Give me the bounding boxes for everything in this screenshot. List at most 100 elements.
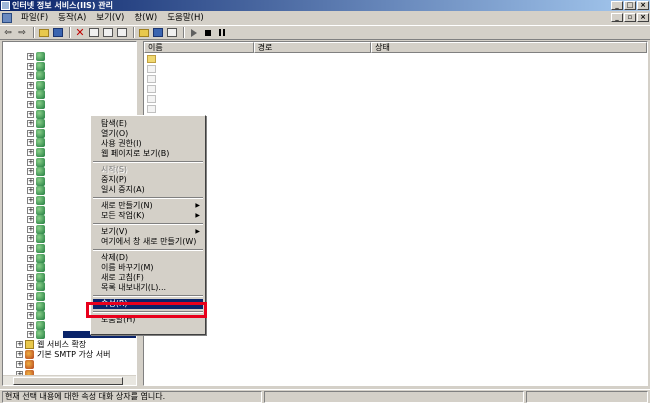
mmc-help-button[interactable] — [152, 27, 164, 39]
expand-icon[interactable]: + — [27, 245, 34, 252]
context-menu-item[interactable]: 보기(V) ▶ — [93, 227, 203, 237]
context-menu-item[interactable]: 일시 중지(A) — [93, 185, 203, 195]
expand-icon[interactable]: + — [27, 53, 34, 60]
context-menu-item[interactable]: 웹 페이지로 보기(B) — [93, 149, 203, 159]
help-button[interactable] — [138, 27, 150, 39]
expand-icon[interactable]: + — [27, 120, 34, 128]
back-button[interactable]: ⇦ — [2, 27, 14, 39]
computer-button[interactable] — [166, 27, 178, 39]
expand-icon[interactable]: + — [27, 62, 34, 70]
scrollbar-thumb[interactable] — [13, 377, 123, 385]
export-list-button[interactable] — [116, 27, 128, 39]
menu-view[interactable]: 보기(V) — [91, 11, 129, 25]
context-menu-item[interactable]: 여기에서 창 새로 만들기(W) — [93, 237, 203, 247]
context-menu-item[interactable]: 중지(P) — [93, 175, 203, 185]
expand-icon[interactable]: + — [27, 216, 34, 224]
context-menu-item[interactable]: 사용 권한(I) — [93, 139, 203, 149]
expand-icon[interactable]: + — [27, 312, 34, 320]
menu-action[interactable]: 동작(A) — [53, 11, 91, 25]
expand-icon[interactable]: + — [27, 91, 34, 99]
expand-icon[interactable]: + — [27, 197, 34, 204]
expand-icon[interactable]: + — [27, 81, 34, 89]
list-pane[interactable]: 이름 경로 상태 — [143, 41, 648, 386]
tree-node-site[interactable]: + — [3, 100, 136, 109]
column-path[interactable]: 경로 — [253, 42, 372, 53]
list-item-file-icon[interactable] — [147, 75, 156, 83]
expand-icon[interactable]: + — [27, 149, 34, 156]
tree-node-site[interactable]: + — [3, 71, 136, 81]
expand-icon[interactable]: + — [27, 168, 34, 176]
up-level-button[interactable] — [38, 27, 50, 39]
expand-icon[interactable]: + — [27, 206, 34, 214]
context-menu-item[interactable]: 목록 내보내기(L)... — [93, 283, 203, 293]
tree-node-web-service-ext[interactable]: + 웹 서비스 확장 — [3, 340, 136, 350]
expand-icon[interactable]: + — [27, 302, 34, 310]
stop-button[interactable] — [202, 27, 214, 39]
website-globe-icon — [36, 119, 45, 129]
context-menu-item[interactable]: 삭제(D) — [93, 253, 203, 263]
expand-icon[interactable]: + — [16, 341, 23, 348]
tree-node-extra-1[interactable]: + — [3, 360, 136, 370]
doc-close-button[interactable]: × — [637, 13, 649, 22]
column-status[interactable]: 상태 — [371, 42, 647, 53]
menu-file[interactable]: 파일(F) — [16, 11, 53, 25]
expand-icon[interactable]: + — [27, 72, 34, 80]
highlight-annotation-box — [86, 302, 207, 318]
context-menu-item[interactable]: 모든 작업(K) ▶ — [93, 211, 203, 221]
menu-window[interactable]: 창(W) — [129, 11, 162, 25]
close-button[interactable]: × — [637, 1, 649, 10]
context-menu-item-label: 탐색(E) — [101, 119, 128, 128]
context-menu-item-label: 모든 작업(K) — [101, 211, 145, 220]
list-item-folder-icon[interactable] — [147, 55, 156, 63]
tree-node-site[interactable]: + — [3, 90, 136, 100]
expand-icon[interactable]: + — [27, 273, 34, 281]
console-icon[interactable] — [2, 13, 12, 23]
expand-icon[interactable]: + — [27, 187, 34, 195]
tree-node-smtp[interactable]: + 기본 SMTP 가상 서버 — [3, 350, 136, 360]
website-globe-icon — [36, 244, 45, 253]
expand-icon[interactable]: + — [27, 264, 34, 272]
tree-node-site[interactable]: + — [3, 52, 136, 61]
expand-icon[interactable]: + — [27, 225, 34, 233]
tree-node-site[interactable]: + — [3, 80, 136, 90]
expand-icon[interactable]: + — [27, 110, 34, 118]
menu-help[interactable]: 도움말(H) — [162, 11, 208, 25]
expand-icon[interactable]: + — [27, 158, 34, 166]
forward-button[interactable]: ⇨ — [16, 27, 28, 39]
expand-icon[interactable]: + — [27, 235, 34, 243]
expand-icon[interactable]: + — [27, 293, 34, 300]
expand-icon[interactable]: + — [27, 321, 34, 329]
context-menu-item[interactable]: 탐색(E) — [93, 119, 203, 129]
expand-icon[interactable]: + — [16, 361, 23, 368]
context-menu-item[interactable]: 이름 바꾸기(M) — [93, 263, 203, 273]
start-button[interactable] — [188, 27, 200, 39]
expand-icon[interactable]: + — [27, 254, 34, 262]
pause-button[interactable] — [216, 27, 228, 39]
delete-button[interactable]: ✕ — [74, 26, 86, 39]
expand-icon[interactable]: + — [27, 283, 34, 291]
list-item-file-icon[interactable] — [147, 85, 156, 93]
context-menu-item[interactable]: 새로 만들기(N) ▶ — [93, 201, 203, 211]
maximize-button[interactable]: □ — [624, 1, 636, 10]
expand-icon[interactable]: + — [27, 139, 34, 147]
list-item-file-icon[interactable] — [147, 95, 156, 103]
minimize-button[interactable]: _ — [611, 1, 623, 10]
expand-icon[interactable]: + — [27, 177, 34, 185]
list-item-file-icon[interactable] — [147, 65, 156, 73]
expand-icon[interactable]: + — [27, 129, 34, 137]
context-menu-item[interactable]: 새로 고침(F) — [93, 273, 203, 283]
expand-icon[interactable]: + — [27, 101, 34, 108]
website-globe-icon — [36, 157, 45, 167]
column-name[interactable]: 이름 — [144, 42, 254, 53]
tree-horizontal-scrollbar[interactable] — [3, 375, 136, 385]
expand-icon[interactable]: + — [16, 351, 23, 358]
refresh-button[interactable] — [102, 27, 114, 39]
context-menu-item[interactable]: 열기(O) — [93, 129, 203, 139]
doc-restore-button[interactable]: ▫ — [624, 13, 636, 22]
list-item-file-icon[interactable] — [147, 105, 156, 113]
tree-node-site[interactable]: + — [3, 61, 136, 71]
doc-minimize-button[interactable]: _ — [611, 13, 623, 22]
properties-button[interactable] — [88, 27, 100, 39]
show-tree-button[interactable] — [52, 27, 64, 39]
expand-icon[interactable]: + — [27, 331, 34, 339]
